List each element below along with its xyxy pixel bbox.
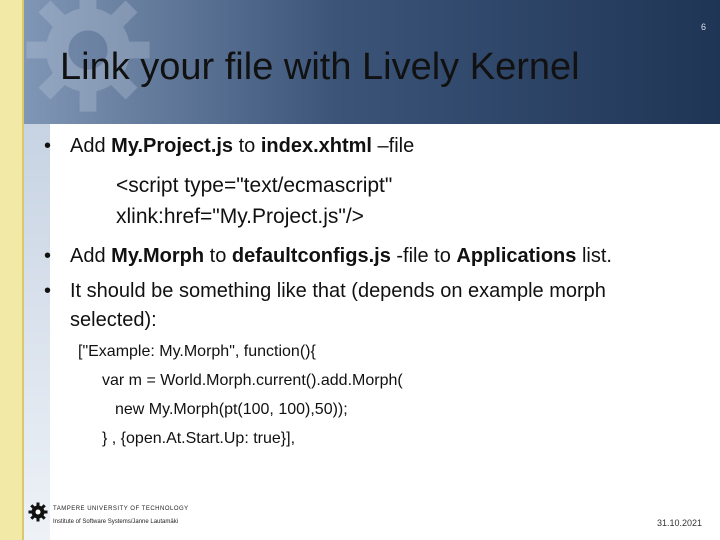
bullet-example: It should be something like that (depend… [44, 277, 694, 335]
code-line: ["Example: My.Morph", function(){ [78, 343, 316, 360]
footer-date: 31.10.2021 [656, 518, 702, 528]
left-stripe [0, 0, 22, 540]
bullet-text: –file [372, 135, 415, 157]
university-logo-icon [28, 502, 48, 522]
script-tag-line: <script type="text/ecmascript" [116, 174, 393, 197]
file-name: index.xhtml [260, 135, 372, 157]
bullet-text: -file to [390, 245, 457, 267]
file-name: defaultconfigs.js [231, 245, 391, 267]
bullet-text: Add [70, 135, 112, 157]
footer-university: TAMPERE UNIVERSITY OF TECHNOLOGY [53, 506, 189, 512]
footer-institute: Institute of Software Systems/Janne Laut… [53, 519, 179, 525]
code-line: } , {open.At.Start.Up: true}], [102, 430, 296, 447]
file-name: My.Project.js [111, 135, 234, 157]
bullet-text: to [233, 135, 261, 157]
list-name: Applications [456, 245, 577, 267]
slide-title: Link your file with Lively Kernel [60, 46, 580, 88]
bullet-text: Add [70, 245, 112, 267]
bullet-text: list. [576, 245, 612, 267]
bullet-add-morph: Add My.Morph to defaultconfigs.js -file … [44, 242, 694, 271]
slide-content: Add My.Project.js to index.xhtml –file <… [44, 130, 694, 453]
bullet-add-project: Add My.Project.js to index.xhtml –file [44, 132, 694, 161]
script-tag-line: xlink:href="My.Project.js"/> [116, 205, 364, 228]
code-block: ["Example: My.Morph", function(){ var m … [44, 337, 694, 453]
code-line: new My.Morph(pt(100, 100),50)); [115, 401, 348, 418]
code-line: var m = World.Morph.current().add.Morph( [102, 372, 403, 389]
bullet-text: to [204, 245, 232, 267]
morph-name: My.Morph [111, 245, 205, 267]
slide-number: 6 [700, 22, 706, 32]
